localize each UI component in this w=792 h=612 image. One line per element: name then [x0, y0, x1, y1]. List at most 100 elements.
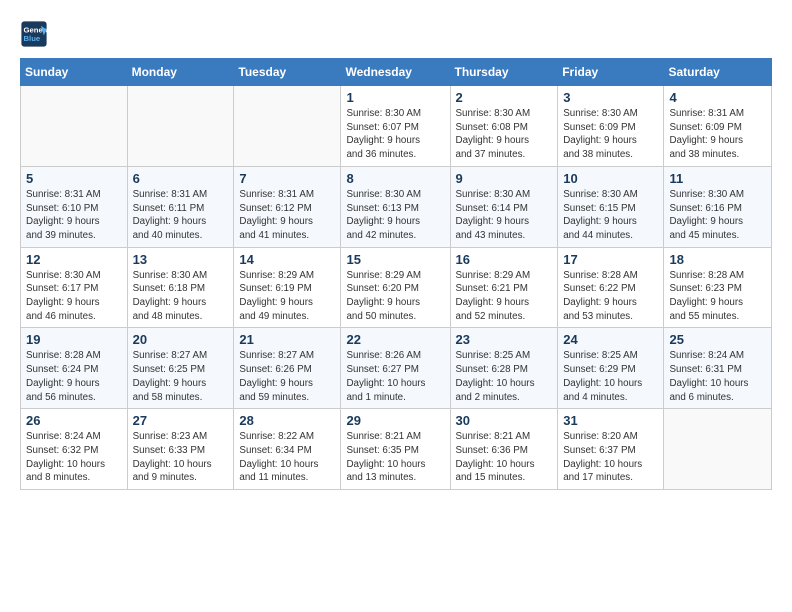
day-cell: 3 Sunrise: 8:30 AM Sunset: 6:09 PM Daylig… — [558, 86, 664, 167]
logo: General Blue — [20, 20, 52, 48]
day-info: Sunrise: 8:24 AM Sunset: 6:31 PM Dayligh… — [669, 349, 766, 404]
day-cell — [664, 409, 772, 490]
day-number: 4 — [669, 90, 766, 105]
day-number: 14 — [239, 252, 335, 267]
day-number: 16 — [456, 252, 553, 267]
day-number: 26 — [26, 413, 122, 428]
day-info: Sunrise: 8:30 AM Sunset: 6:15 PM Dayligh… — [563, 188, 658, 243]
day-info: Sunrise: 8:23 AM Sunset: 6:33 PM Dayligh… — [133, 430, 229, 485]
day-info: Sunrise: 8:30 AM Sunset: 6:09 PM Dayligh… — [563, 107, 658, 162]
week-row-3: 12 Sunrise: 8:30 AM Sunset: 6:17 PM Dayli… — [21, 247, 772, 328]
day-number: 24 — [563, 332, 658, 347]
day-cell: 20 Sunrise: 8:27 AM Sunset: 6:25 PM Dayli… — [127, 328, 234, 409]
day-info: Sunrise: 8:25 AM Sunset: 6:28 PM Dayligh… — [456, 349, 553, 404]
day-cell: 31Sunrise: 8:20 AM Sunset: 6:37 PM Dayli… — [558, 409, 664, 490]
day-info: Sunrise: 8:22 AM Sunset: 6:34 PM Dayligh… — [239, 430, 335, 485]
day-cell: 27 Sunrise: 8:23 AM Sunset: 6:33 PM Dayli… — [127, 409, 234, 490]
week-row-4: 19 Sunrise: 8:28 AM Sunset: 6:24 PM Dayli… — [21, 328, 772, 409]
day-number: 8 — [346, 171, 444, 186]
day-cell: 8 Sunrise: 8:30 AM Sunset: 6:13 PM Daylig… — [341, 166, 450, 247]
day-number: 18 — [669, 252, 766, 267]
day-info: Sunrise: 8:30 AM Sunset: 6:07 PM Dayligh… — [346, 107, 444, 162]
page-header: General Blue — [20, 20, 772, 48]
day-cell: 11Sunrise: 8:30 AM Sunset: 6:16 PM Dayli… — [664, 166, 772, 247]
day-info: Sunrise: 8:26 AM Sunset: 6:27 PM Dayligh… — [346, 349, 444, 404]
day-number: 23 — [456, 332, 553, 347]
day-cell: 19 Sunrise: 8:28 AM Sunset: 6:24 PM Dayli… — [21, 328, 128, 409]
day-cell: 18 Sunrise: 8:28 AM Sunset: 6:23 PM Dayli… — [664, 247, 772, 328]
day-info: Sunrise: 8:31 AM Sunset: 6:12 PM Dayligh… — [239, 188, 335, 243]
day-cell: 24 Sunrise: 8:25 AM Sunset: 6:29 PM Dayli… — [558, 328, 664, 409]
logo-icon: General Blue — [20, 20, 48, 48]
day-number: 9 — [456, 171, 553, 186]
week-row-5: 26 Sunrise: 8:24 AM Sunset: 6:32 PM Dayli… — [21, 409, 772, 490]
day-info: Sunrise: 8:31 AM Sunset: 6:10 PM Dayligh… — [26, 188, 122, 243]
day-number: 12 — [26, 252, 122, 267]
day-number: 30 — [456, 413, 553, 428]
day-cell — [127, 86, 234, 167]
day-number: 28 — [239, 413, 335, 428]
day-info: Sunrise: 8:29 AM Sunset: 6:21 PM Dayligh… — [456, 269, 553, 324]
day-number: 2 — [456, 90, 553, 105]
day-info: Sunrise: 8:30 AM Sunset: 6:14 PM Dayligh… — [456, 188, 553, 243]
day-info: Sunrise: 8:29 AM Sunset: 6:20 PM Dayligh… — [346, 269, 444, 324]
day-number: 29 — [346, 413, 444, 428]
column-header-wednesday: Wednesday — [341, 59, 450, 86]
day-cell: 4Sunrise: 8:31 AM Sunset: 6:09 PM Daylig… — [664, 86, 772, 167]
day-cell: 23 Sunrise: 8:25 AM Sunset: 6:28 PM Dayli… — [450, 328, 558, 409]
day-number: 17 — [563, 252, 658, 267]
day-info: Sunrise: 8:21 AM Sunset: 6:35 PM Dayligh… — [346, 430, 444, 485]
day-number: 10 — [563, 171, 658, 186]
day-info: Sunrise: 8:30 AM Sunset: 6:13 PM Dayligh… — [346, 188, 444, 243]
day-info: Sunrise: 8:27 AM Sunset: 6:25 PM Dayligh… — [133, 349, 229, 404]
day-number: 31 — [563, 413, 658, 428]
day-number: 19 — [26, 332, 122, 347]
day-number: 7 — [239, 171, 335, 186]
column-header-thursday: Thursday — [450, 59, 558, 86]
day-info: Sunrise: 8:28 AM Sunset: 6:23 PM Dayligh… — [669, 269, 766, 324]
day-cell: 21Sunrise: 8:27 AM Sunset: 6:26 PM Dayli… — [234, 328, 341, 409]
day-number: 27 — [133, 413, 229, 428]
week-row-1: 1 Sunrise: 8:30 AM Sunset: 6:07 PM Daylig… — [21, 86, 772, 167]
day-cell: 2Sunrise: 8:30 AM Sunset: 6:08 PM Daylig… — [450, 86, 558, 167]
day-info: Sunrise: 8:30 AM Sunset: 6:16 PM Dayligh… — [669, 188, 766, 243]
calendar-table: SundayMondayTuesdayWednesdayThursdayFrid… — [20, 58, 772, 490]
day-info: Sunrise: 8:21 AM Sunset: 6:36 PM Dayligh… — [456, 430, 553, 485]
day-cell: 29 Sunrise: 8:21 AM Sunset: 6:35 PM Dayli… — [341, 409, 450, 490]
day-number: 21 — [239, 332, 335, 347]
day-cell: 30 Sunrise: 8:21 AM Sunset: 6:36 PM Dayli… — [450, 409, 558, 490]
day-number: 20 — [133, 332, 229, 347]
day-number: 15 — [346, 252, 444, 267]
day-number: 3 — [563, 90, 658, 105]
day-cell — [21, 86, 128, 167]
day-cell: 5 Sunrise: 8:31 AM Sunset: 6:10 PM Daylig… — [21, 166, 128, 247]
day-cell: 6 Sunrise: 8:31 AM Sunset: 6:11 PM Daylig… — [127, 166, 234, 247]
day-cell: 26 Sunrise: 8:24 AM Sunset: 6:32 PM Dayli… — [21, 409, 128, 490]
column-header-sunday: Sunday — [21, 59, 128, 86]
day-info: Sunrise: 8:30 AM Sunset: 6:17 PM Dayligh… — [26, 269, 122, 324]
day-info: Sunrise: 8:30 AM Sunset: 6:18 PM Dayligh… — [133, 269, 229, 324]
day-cell: 22 Sunrise: 8:26 AM Sunset: 6:27 PM Dayli… — [341, 328, 450, 409]
day-cell: 9 Sunrise: 8:30 AM Sunset: 6:14 PM Daylig… — [450, 166, 558, 247]
day-info: Sunrise: 8:28 AM Sunset: 6:24 PM Dayligh… — [26, 349, 122, 404]
day-number: 1 — [346, 90, 444, 105]
day-cell: 13Sunrise: 8:30 AM Sunset: 6:18 PM Dayli… — [127, 247, 234, 328]
day-number: 22 — [346, 332, 444, 347]
day-info: Sunrise: 8:24 AM Sunset: 6:32 PM Dayligh… — [26, 430, 122, 485]
day-info: Sunrise: 8:29 AM Sunset: 6:19 PM Dayligh… — [239, 269, 335, 324]
day-cell: 14 Sunrise: 8:29 AM Sunset: 6:19 PM Dayli… — [234, 247, 341, 328]
column-header-tuesday: Tuesday — [234, 59, 341, 86]
day-cell: 17 Sunrise: 8:28 AM Sunset: 6:22 PM Dayli… — [558, 247, 664, 328]
day-cell: 28 Sunrise: 8:22 AM Sunset: 6:34 PM Dayli… — [234, 409, 341, 490]
day-info: Sunrise: 8:25 AM Sunset: 6:29 PM Dayligh… — [563, 349, 658, 404]
column-header-monday: Monday — [127, 59, 234, 86]
day-cell: 25 Sunrise: 8:24 AM Sunset: 6:31 PM Dayli… — [664, 328, 772, 409]
column-headers: SundayMondayTuesdayWednesdayThursdayFrid… — [21, 59, 772, 86]
day-number: 25 — [669, 332, 766, 347]
day-number: 5 — [26, 171, 122, 186]
day-cell: 16 Sunrise: 8:29 AM Sunset: 6:21 PM Dayli… — [450, 247, 558, 328]
day-info: Sunrise: 8:28 AM Sunset: 6:22 PM Dayligh… — [563, 269, 658, 324]
week-row-2: 5 Sunrise: 8:31 AM Sunset: 6:10 PM Daylig… — [21, 166, 772, 247]
day-number: 6 — [133, 171, 229, 186]
day-info: Sunrise: 8:31 AM Sunset: 6:11 PM Dayligh… — [133, 188, 229, 243]
